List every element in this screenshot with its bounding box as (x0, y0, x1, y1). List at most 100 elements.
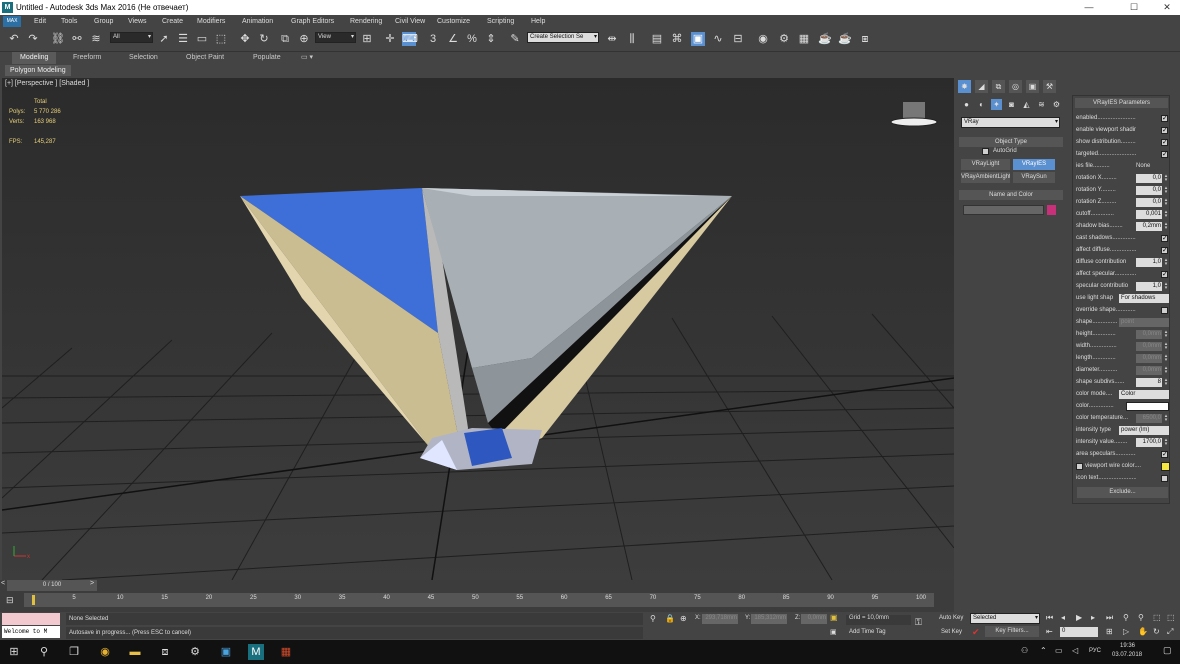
spinner-arrows-icon[interactable]: ▴ ▾ (1163, 198, 1169, 207)
close-button[interactable]: ✕ (1154, 0, 1180, 15)
lights-icon[interactable]: ✦ (991, 99, 1002, 110)
material-editor-icon[interactable]: ◉ (756, 32, 770, 46)
select-manipulate-icon[interactable]: ✛ (383, 32, 397, 46)
menu-tools[interactable]: Tools (61, 15, 77, 28)
param-checkbox[interactable] (1161, 149, 1168, 160)
rotate-icon[interactable]: ↻ (257, 32, 271, 46)
spinner-arrows-icon[interactable]: ▴ ▾ (1163, 258, 1169, 267)
3ds-max-taskbar-icon[interactable]: M (248, 644, 264, 660)
spinner-arrows-icon[interactable]: ▴ ▾ (1163, 366, 1169, 375)
clock-time[interactable]: 19:36 (1120, 643, 1135, 649)
viewport-label[interactable]: [+] [Perspective ] [Shaded ] (5, 80, 89, 87)
isolate-selection-icon[interactable]: ⚲ (650, 614, 656, 623)
polygon-modeling-panel[interactable]: Polygon Modeling (5, 65, 71, 76)
ies-file-button[interactable]: None (1136, 161, 1150, 172)
language-indicator[interactable]: РУС (1089, 648, 1101, 654)
render-production-icon[interactable]: ☕ (818, 32, 832, 46)
param-checkbox[interactable] (1161, 137, 1168, 148)
curve-editor-icon[interactable]: ∿ (711, 32, 725, 46)
move-icon[interactable]: ✥ (238, 32, 252, 46)
notification-arrow-icon[interactable]: ⌃ (1040, 646, 1047, 655)
param-spinner-field[interactable]: 0,2mm (1136, 222, 1162, 231)
y-coordinate-field[interactable]: 185,312mm (751, 614, 787, 624)
spinner-arrows-icon[interactable]: ▴ ▾ (1163, 330, 1169, 339)
param-spinner-field[interactable]: 0,001 (1136, 210, 1162, 219)
shape-dropdown[interactable]: point (1119, 318, 1169, 327)
z-coordinate-field[interactable]: 0,0mm (801, 614, 827, 624)
param-spinner-field[interactable]: 6500,0 (1136, 414, 1162, 423)
menu-rendering[interactable]: Rendering (350, 15, 382, 28)
ribbon-options-icon[interactable]: ▭ ▾ (301, 52, 313, 64)
reference-coordinate-dropdown[interactable]: View ▾ (315, 32, 356, 43)
bind-space-warp-icon[interactable]: ≋ (89, 32, 103, 46)
window-crossing-icon[interactable]: ⬚ (214, 32, 228, 46)
spinner-arrows-icon[interactable]: ▴ ▾ (1163, 378, 1169, 387)
key-selection-dropdown[interactable]: Selected ▾ (970, 613, 1040, 624)
modify-tab-icon[interactable]: ◢ (975, 80, 988, 93)
selection-filter-dropdown[interactable]: All ▾ (110, 32, 153, 43)
spinner-arrows-icon[interactable]: ▴ ▾ (1163, 210, 1169, 219)
param-spinner-field[interactable]: 0,0 (1136, 198, 1162, 207)
spinner-arrows-icon[interactable]: ▴ ▾ (1163, 342, 1169, 351)
add-time-tag[interactable]: Add Time Tag (849, 629, 886, 635)
helpers-icon[interactable]: ◭ (1021, 99, 1032, 110)
param-spinner-field[interactable]: 0,0mm (1136, 366, 1162, 375)
previous-frame-icon[interactable]: ◂ (1061, 613, 1065, 622)
render-setup-icon[interactable]: ⚙ (777, 32, 791, 46)
param-spinner-field[interactable]: 1,0 (1136, 258, 1162, 267)
pan-view-icon[interactable]: ✋ (1138, 627, 1148, 636)
undo-icon[interactable]: ↶ (7, 32, 21, 46)
perspective-viewport[interactable]: x [+] [Perspective ] [Shaded ] Total Pol… (2, 78, 954, 580)
menu-scripting[interactable]: Scripting (487, 15, 514, 28)
time-slider-prev-icon[interactable]: < (1, 580, 5, 587)
go-to-end-icon[interactable]: ⏭ (1106, 613, 1113, 623)
keyboard-shortcut-override-icon[interactable]: ⌨ (402, 32, 418, 46)
scene-explorer-icon[interactable]: ⌘ (670, 32, 684, 46)
param-checkbox[interactable] (1161, 233, 1168, 244)
people-icon[interactable]: ⚇ (1021, 646, 1028, 655)
rectangular-selection-icon[interactable]: ▭ (195, 32, 209, 46)
store-icon[interactable]: ⧈ (157, 644, 173, 660)
menu-help[interactable]: Help (531, 15, 545, 28)
render-active-shade-icon[interactable]: ⧆ (858, 32, 872, 46)
systems-icon[interactable]: ⚙ (1051, 99, 1062, 110)
vrayies-parameters-header[interactable]: VRayIES Parameters (1075, 98, 1168, 108)
spinner-snap-icon[interactable]: ⇕ (484, 32, 498, 46)
application-menu-button[interactable]: MAX (3, 16, 21, 27)
select-by-name-icon[interactable]: ☰ (176, 32, 190, 46)
adaptive-degradation-icon[interactable]: ▣ (830, 613, 838, 622)
menu-animation[interactable]: Animation (242, 15, 273, 28)
shapes-icon[interactable]: ◐ (976, 99, 987, 110)
param-checkbox[interactable] (1161, 269, 1168, 280)
param-spinner-field[interactable]: 0,0mm (1136, 342, 1162, 351)
key-filters-button[interactable]: Key Filters... (985, 626, 1039, 637)
time-slider[interactable]: 0 / 100 (7, 580, 97, 591)
pivot-center-icon[interactable]: ⊞ (360, 32, 374, 46)
set-key-button[interactable]: Set Key (941, 629, 962, 635)
go-to-start-icon[interactable]: ⏮ (1046, 613, 1053, 623)
vrayies-button[interactable]: VRayIES (1013, 159, 1055, 170)
volume-icon[interactable]: ◁ (1072, 646, 1078, 655)
key-mode-toggle-icon[interactable]: ⇤ (1046, 627, 1053, 636)
param-spinner-field[interactable]: 8 (1136, 378, 1162, 387)
menu-civil-view[interactable]: Civil View (395, 15, 425, 28)
settings-icon[interactable]: ⚙ (187, 644, 203, 660)
motion-tab-icon[interactable]: ◎ (1009, 80, 1022, 93)
param-checkbox[interactable] (1161, 449, 1168, 460)
spinner-arrows-icon[interactable]: ▴ ▾ (1163, 174, 1169, 183)
tab-object-paint[interactable]: Object Paint (186, 52, 224, 64)
x-coordinate-field[interactable]: 293,718mm (702, 614, 738, 624)
place-icon[interactable]: ⊕ (297, 32, 311, 46)
vraylight-button[interactable]: VRayLight (961, 159, 1010, 170)
time-configuration-icon[interactable]: ⊞ (1106, 627, 1113, 636)
param-spinner-field[interactable]: 0,0mm (1136, 354, 1162, 363)
maximize-button[interactable]: ☐ (1121, 0, 1147, 15)
spinner-arrows-icon[interactable]: ▴ ▾ (1163, 438, 1169, 447)
param-spinner-field[interactable]: 0,0mm (1136, 330, 1162, 339)
angle-snap-icon[interactable]: ∠ (446, 32, 460, 46)
menu-views[interactable]: Views (128, 15, 147, 28)
current-frame-field[interactable]: 0 (1060, 627, 1098, 637)
tab-freeform[interactable]: Freeform (73, 52, 101, 64)
layer-manager-icon[interactable]: ▤ (650, 32, 664, 46)
create-tab-icon[interactable]: ✸ (958, 80, 971, 93)
